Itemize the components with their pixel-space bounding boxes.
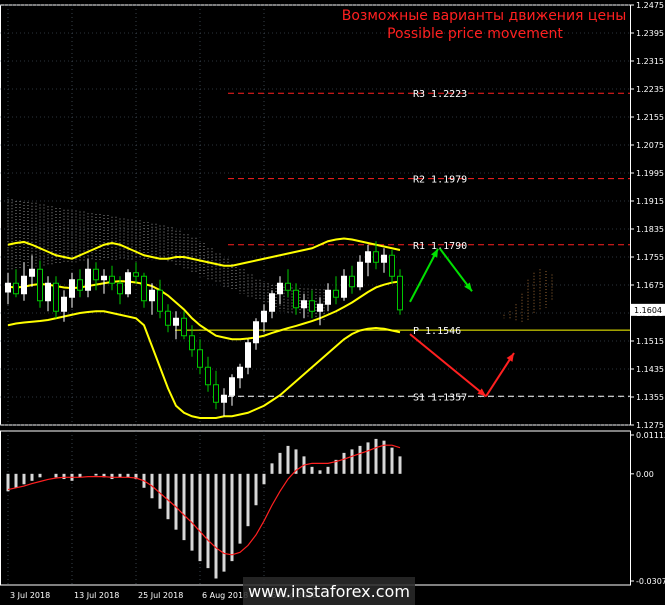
candle-body <box>157 289 163 312</box>
price-tick-label: 1.2395 <box>636 29 664 38</box>
current-price-label: 1.1604 <box>634 306 662 315</box>
date-tick-label: 25 Jul 2018 <box>138 591 183 600</box>
candle-body <box>101 275 107 281</box>
candle-body <box>173 317 179 326</box>
candle-body <box>213 384 219 403</box>
candle-body <box>397 275 403 311</box>
candle-body <box>93 268 99 281</box>
candle-body <box>77 279 83 291</box>
candle-body <box>269 293 275 312</box>
price-tick-label: 1.2315 <box>636 57 664 66</box>
candle-body <box>197 349 203 368</box>
level-label-r3: R3 1.2223 <box>413 89 467 100</box>
candle-body <box>61 296 67 312</box>
candle-body <box>285 282 291 291</box>
price-tick-label: 1.2475 <box>636 1 664 10</box>
candle-body <box>357 261 363 288</box>
chart-background <box>0 0 665 605</box>
price-tick-label: 1.2075 <box>636 141 664 150</box>
candle-body <box>109 275 115 284</box>
forex-chart: R3 1.2223R2 1.1979R1 1.1790P 1.1546S1 1.… <box>0 0 665 605</box>
date-tick-label: 6 Aug 2018 <box>202 591 248 600</box>
candle-body <box>253 321 259 344</box>
watermark: www.instaforex.com <box>243 577 415 605</box>
candle-body <box>117 282 123 295</box>
candle-body <box>149 289 155 302</box>
price-tick-label: 1.1995 <box>636 169 664 178</box>
price-tick-label: 1.1835 <box>636 225 664 234</box>
candle-body <box>53 282 59 312</box>
chart-title-ru: Возможные варианты движения цены <box>342 8 627 24</box>
candle-body <box>165 310 171 326</box>
candle-body <box>229 377 235 396</box>
candle-body <box>85 268 91 291</box>
macd-tick-label: 0.01112 <box>636 431 665 440</box>
candle-body <box>221 394 227 403</box>
price-tick-label: 1.2155 <box>636 113 664 122</box>
candle-body <box>301 300 307 309</box>
candle-body <box>309 300 315 312</box>
candle-body <box>277 282 283 295</box>
level-label-s1: S1 1.1357 <box>413 392 467 403</box>
candle-body <box>21 275 27 295</box>
candle-body <box>205 366 211 386</box>
candle-body <box>181 317 187 337</box>
candle-body <box>133 272 139 277</box>
candle-body <box>389 254 395 277</box>
candle-body <box>237 366 243 379</box>
price-tick-label: 1.1515 <box>636 337 664 346</box>
date-tick-label: 13 Jul 2018 <box>74 591 119 600</box>
candle-body <box>13 282 19 295</box>
candle-body <box>5 282 11 293</box>
candle-body <box>245 342 251 368</box>
price-tick-label: 1.1755 <box>636 253 664 262</box>
candle-body <box>69 279 75 298</box>
candle-body <box>125 272 131 295</box>
date-tick-label: 3 Jul 2018 <box>10 591 50 600</box>
chart-title-en: Possible price movement <box>387 26 563 42</box>
watermark-text: www.instaforex.com <box>248 582 410 601</box>
price-tick-label: 1.1435 <box>636 365 664 374</box>
level-label-p: P 1.1546 <box>413 326 461 337</box>
candle-body <box>189 335 195 351</box>
candle-body <box>317 303 323 312</box>
macd-tick-label: 0.00 <box>636 470 654 479</box>
candle-body <box>349 275 355 288</box>
candle-body <box>29 268 35 277</box>
price-tick-label: 1.1915 <box>636 197 664 206</box>
candle-body <box>333 289 339 298</box>
candle-body <box>261 310 267 323</box>
price-tick-label: 1.1675 <box>636 281 664 290</box>
macd-tick-label: -0.0307 <box>636 577 665 586</box>
level-label-r2: R2 1.1979 <box>413 175 467 186</box>
candle-body <box>45 282 51 302</box>
price-tick-label: 1.1275 <box>636 421 664 430</box>
price-tick-label: 1.1355 <box>636 393 664 402</box>
candle-body <box>365 251 371 263</box>
candle-body <box>325 289 331 305</box>
candle-body <box>381 254 387 263</box>
candle-body <box>373 251 379 263</box>
candle-body <box>141 275 147 302</box>
candle-body <box>37 268 43 302</box>
price-tick-label: 1.2235 <box>636 85 664 94</box>
candle-body <box>341 275 347 298</box>
candle-body <box>293 289 299 309</box>
